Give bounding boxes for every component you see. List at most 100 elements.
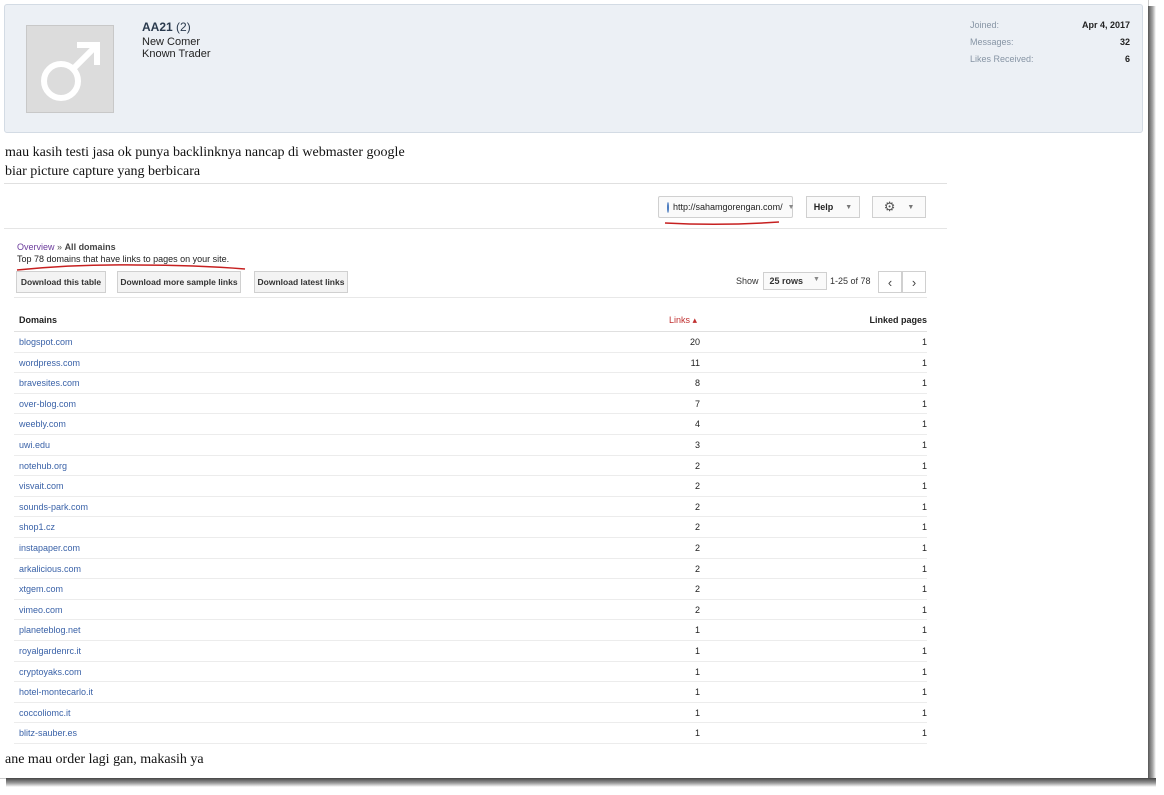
table-row: arkalicious.com 2 1 (14, 559, 927, 580)
domain-link[interactable]: arkalicious.com (19, 564, 81, 574)
linked-pages-count: 1 (921, 398, 927, 409)
table-row: blogspot.com 20 1 (14, 332, 927, 353)
linked-pages-count: 1 (921, 687, 927, 698)
linked-pages-count: 1 (921, 501, 927, 512)
divider (14, 297, 927, 298)
linked-pages-count: 1 (921, 666, 927, 677)
domain-link[interactable]: instapaper.com (19, 543, 80, 553)
domain-link[interactable]: over-blog.com (19, 399, 76, 409)
table-row: over-blog.com 7 1 (14, 394, 927, 415)
domain-link[interactable]: royalgardenrc.it (19, 646, 81, 656)
rows-control: Show 25 rows ▼ (736, 271, 827, 291)
user-trader-title: Known Trader (142, 48, 211, 60)
linked-pages-count: 1 (921, 419, 927, 430)
table-row: xtgem.com 2 1 (14, 579, 927, 600)
rows-select[interactable]: 25 rows ▼ (762, 272, 827, 290)
table-row: blitz-sauber.es 1 1 (14, 723, 927, 744)
user-stats: Joined: Apr 4, 2017 Messages: 32 Likes R… (970, 20, 1130, 71)
wmt-topbar: http://sahamgorengan.com/ ▼ Help ▼ ⚙ ▼ (4, 184, 947, 229)
site-url: http://sahamgorengan.com/ (673, 202, 783, 212)
linked-pages-count: 1 (921, 625, 927, 636)
chevron-left-icon: ‹ (887, 274, 893, 290)
domain-link[interactable]: xtgem.com (19, 584, 63, 594)
domain-link[interactable]: sounds-park.com (19, 502, 88, 512)
linked-pages-count: 1 (921, 645, 927, 656)
table-row: vimeo.com 2 1 (14, 600, 927, 621)
links-count: 2 (694, 460, 700, 471)
domain-link[interactable]: blitz-sauber.es (19, 728, 77, 738)
help-button[interactable]: Help ▼ (806, 196, 860, 218)
domain-link[interactable]: visvait.com (19, 481, 64, 491)
avatar[interactable] (26, 25, 114, 113)
linked-pages-count: 1 (921, 522, 927, 533)
table-row: notehub.org 2 1 (14, 456, 927, 477)
table-header: Domains Links ▴ Linked pages (14, 311, 927, 332)
webmaster-screenshot: http://sahamgorengan.com/ ▼ Help ▼ ⚙ ▼ O… (4, 183, 947, 744)
links-count: 1 (694, 666, 700, 677)
download-latest-links-button[interactable]: Download latest links (254, 271, 348, 293)
next-page-button[interactable]: › (902, 271, 926, 293)
column-links[interactable]: Links ▴ (669, 315, 697, 326)
stat-joined: Joined: Apr 4, 2017 (970, 20, 1130, 30)
linked-pages-count: 1 (921, 728, 927, 739)
breadcrumb-overview-link[interactable]: Overview (17, 242, 55, 252)
domain-link[interactable]: uwi.edu (19, 440, 50, 450)
linked-pages-count: 1 (921, 357, 927, 368)
linked-pages-count: 1 (921, 563, 927, 574)
links-count: 2 (694, 584, 700, 595)
links-count: 2 (694, 522, 700, 533)
links-count: 3 (694, 439, 700, 450)
table-row: uwi.edu 3 1 (14, 435, 927, 456)
domain-link[interactable]: hotel-montecarlo.it (19, 687, 93, 697)
domain-link[interactable]: blogspot.com (19, 337, 73, 347)
domain-link[interactable]: coccoliomc.it (19, 708, 71, 718)
male-avatar-icon (41, 42, 100, 101)
download-sample-links-button[interactable]: Download more sample links (117, 271, 241, 293)
links-count: 7 (694, 398, 700, 409)
table-row: hotel-montecarlo.it 1 1 (14, 682, 927, 703)
table-row: instapaper.com 2 1 (14, 538, 927, 559)
username-text[interactable]: AA21 (142, 20, 173, 34)
linked-pages-count: 1 (921, 439, 927, 450)
domain-link[interactable]: weebly.com (19, 419, 66, 429)
prev-page-button[interactable]: ‹ (878, 271, 902, 293)
domain-link[interactable]: vimeo.com (19, 605, 63, 615)
domains-table: blogspot.com 20 1 wordpress.com 1 1 1 bravesite… (14, 332, 927, 744)
table-row: shop1.cz 2 1 (14, 517, 927, 538)
domain-link[interactable]: cryptoyaks.com (19, 667, 82, 677)
stat-messages: Messages: 32 (970, 37, 1130, 47)
links-count: 8 (694, 378, 700, 389)
gear-icon: ⚙ (883, 199, 896, 214)
table-row: bravesites.com 8 1 (14, 373, 927, 394)
page-shadow (1148, 6, 1156, 786)
table-row: planeteblog.net 1 1 (14, 620, 927, 641)
user-title: New Comer (142, 36, 201, 48)
column-linked-pages[interactable]: Linked pages (869, 315, 927, 325)
domain-link[interactable]: bravesites.com (19, 378, 80, 388)
links-count: 1 (694, 625, 700, 636)
links-count: 2 (694, 604, 700, 615)
linked-pages-count: 1 (921, 584, 927, 595)
links-count: 2 (694, 501, 700, 512)
domain-link[interactable]: notehub.org (19, 461, 67, 471)
chevron-right-icon: › (911, 274, 917, 290)
links-count: 20 (689, 337, 700, 347)
red-underline-mark (664, 221, 780, 226)
username[interactable]: AA21 (2) (142, 20, 191, 34)
column-domains[interactable]: Domains (19, 315, 57, 325)
links-count: 1 (694, 645, 700, 656)
post-text-line2: biar picture capture yang berbicara (5, 164, 201, 179)
settings-button[interactable]: ⚙ ▼ (872, 196, 926, 218)
site-selector[interactable]: http://sahamgorengan.com/ ▼ (658, 196, 795, 218)
table-row: cryptoyaks.com 1 1 (14, 662, 927, 683)
download-table-button[interactable]: Download this table (16, 271, 106, 293)
domain-link[interactable]: wordpress.com (19, 358, 80, 368)
domain-link[interactable]: shop1.cz (19, 522, 55, 532)
domain-link[interactable]: planeteblog.net (19, 625, 81, 635)
chevron-down-icon: ▼ (813, 276, 820, 283)
breadcrumb: Overview » All domains (17, 242, 116, 252)
linked-pages-count: 1 (921, 460, 927, 471)
links-count: 2 (694, 563, 700, 574)
table-row: wordpress.com 11 1 (14, 353, 927, 374)
stat-likes: Likes Received: 6 (970, 54, 1130, 64)
